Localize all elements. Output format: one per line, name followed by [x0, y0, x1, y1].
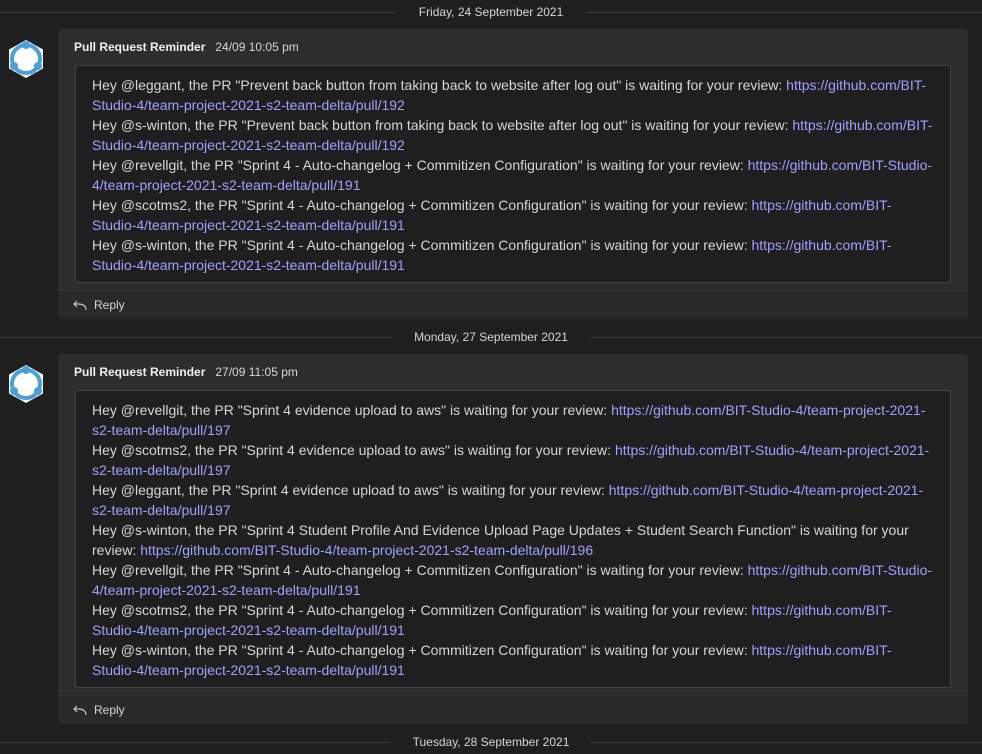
message-text: Hey @revellgit, the PR "Sprint 4 - Auto-…: [92, 562, 748, 578]
message-text: Hey @leggant, the PR "Sprint 4 evidence …: [92, 482, 609, 498]
reply-arrow-icon: [73, 705, 87, 716]
message-text: Hey @leggant, the PR "Prevent back butto…: [92, 77, 787, 93]
message-header: Pull Request Reminder 27/09 11:05 pm: [58, 354, 968, 390]
sender-name[interactable]: Pull Request Reminder: [74, 40, 205, 54]
reply-label: Reply: [94, 298, 125, 312]
reply-button[interactable]: Reply: [58, 695, 968, 724]
message-line: Hey @revellgit, the PR "Sprint 4 evidenc…: [92, 400, 934, 440]
bot-avatar-icon[interactable]: [6, 364, 46, 404]
reply-button[interactable]: Reply: [58, 290, 968, 319]
message-line: Hey @revellgit, the PR "Sprint 4 - Auto-…: [92, 155, 934, 195]
message-text: Hey @s-winton, the PR "Prevent back butt…: [92, 117, 793, 133]
date-divider: Tuesday, 28 September 2021: [0, 732, 982, 752]
date-label: Monday, 27 September 2021: [414, 330, 568, 344]
message-text: Hey @s-winton, the PR "Sprint 4 - Auto-c…: [92, 237, 752, 253]
message-line: Hey @s-winton, the PR "Sprint 4 - Auto-c…: [92, 640, 934, 680]
message-text: Hey @scotms2, the PR "Sprint 4 evidence …: [92, 442, 615, 458]
message-time: 27/09 11:05 pm: [215, 365, 298, 379]
message-card: Pull Request Reminder 27/09 11:05 pm Hey…: [58, 354, 968, 724]
message-line: Hey @s-winton, the PR "Sprint 4 Student …: [92, 520, 934, 560]
bot-avatar-icon[interactable]: [6, 39, 46, 79]
date-label: Tuesday, 28 September 2021: [412, 735, 570, 749]
date-divider: Monday, 27 September 2021: [0, 327, 982, 347]
message-card: Pull Request Reminder 24/09 10:05 pm Hey…: [58, 29, 968, 319]
message-body: Hey @revellgit, the PR "Sprint 4 evidenc…: [75, 390, 951, 688]
message-time: 24/09 10:05 pm: [215, 40, 299, 54]
date-divider: Friday, 24 September 2021: [0, 2, 982, 22]
sender-name[interactable]: Pull Request Reminder: [74, 365, 205, 379]
message-line: Hey @revellgit, the PR "Sprint 4 - Auto-…: [92, 560, 934, 600]
message-line: Hey @leggant, the PR "Sprint 4 evidence …: [92, 480, 934, 520]
pull-request-link[interactable]: https://github.com/BIT-Studio-4/team-pro…: [140, 542, 593, 558]
message-line: Hey @s-winton, the PR "Sprint 4 - Auto-c…: [92, 235, 934, 275]
message-body: Hey @leggant, the PR "Prevent back butto…: [75, 65, 951, 283]
message-text: Hey @scotms2, the PR "Sprint 4 - Auto-ch…: [92, 602, 752, 618]
message-line: Hey @s-winton, the PR "Prevent back butt…: [92, 115, 934, 155]
message-text: Hey @revellgit, the PR "Sprint 4 - Auto-…: [92, 157, 748, 173]
message-line: Hey @scotms2, the PR "Sprint 4 - Auto-ch…: [92, 195, 934, 235]
reply-label: Reply: [94, 703, 125, 717]
message-line: Hey @leggant, the PR "Prevent back butto…: [92, 75, 934, 115]
message-text: Hey @s-winton, the PR "Sprint 4 - Auto-c…: [92, 642, 752, 658]
message-line: Hey @scotms2, the PR "Sprint 4 evidence …: [92, 440, 934, 480]
message-line: Hey @scotms2, the PR "Sprint 4 - Auto-ch…: [92, 600, 934, 640]
reply-arrow-icon: [73, 300, 87, 311]
date-label: Friday, 24 September 2021: [418, 5, 564, 19]
message-header: Pull Request Reminder 24/09 10:05 pm: [58, 29, 968, 65]
message-text: Hey @scotms2, the PR "Sprint 4 - Auto-ch…: [92, 197, 752, 213]
message-text: Hey @revellgit, the PR "Sprint 4 evidenc…: [92, 402, 612, 418]
